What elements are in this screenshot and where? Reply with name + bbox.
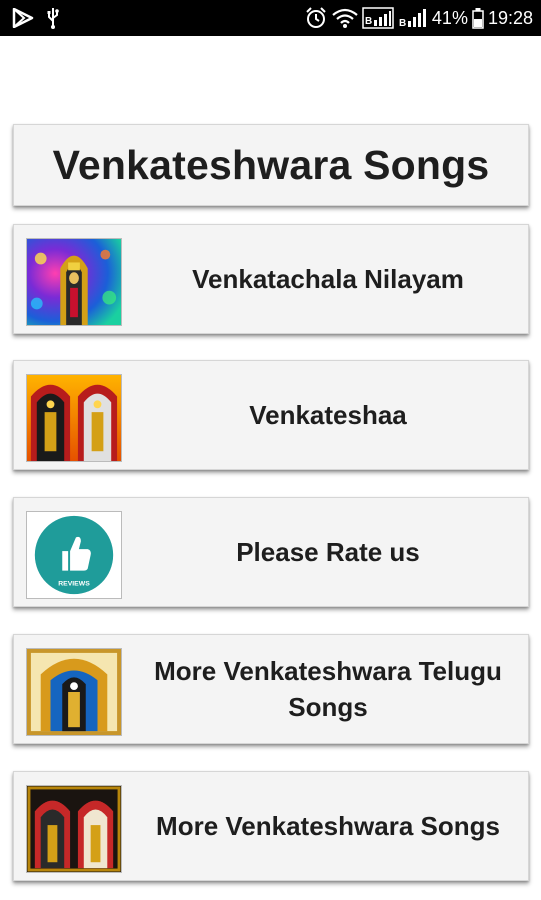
status-bar: B B 41% 19:28 <box>0 0 541 36</box>
menu-item-label: Please Rate us <box>236 537 420 567</box>
deity-thumbnail <box>26 238 122 326</box>
page-title: Venkateshwara Songs <box>52 141 490 188</box>
menu-item-label: Venkatachala Nilayam <box>192 264 464 294</box>
deity-frame-thumbnail <box>26 648 122 736</box>
menu-item-label: More Venkateshwara Songs <box>156 811 500 841</box>
deities-thumbnail <box>26 374 122 462</box>
clock: 19:28 <box>487 7 533 28</box>
usb-icon <box>46 7 60 29</box>
menu-item-please-rate-us[interactable]: REVIEWS Please Rate us <box>13 497 529 607</box>
signal-icon: B <box>362 6 394 30</box>
menu-item-more-songs[interactable]: More Venkateshwara Songs <box>13 771 529 881</box>
wifi-icon <box>332 7 358 29</box>
reviews-badge-text: REVIEWS <box>58 580 90 587</box>
alarm-icon <box>304 6 328 30</box>
menu-item-venkateshaa[interactable]: Venkateshaa <box>13 360 529 470</box>
deities-dark-thumbnail <box>26 785 122 873</box>
signal-icon: B <box>398 6 428 30</box>
svg-text:B: B <box>365 16 372 27</box>
menu-item-more-telugu-songs[interactable]: More Venkateshwara Telugu Songs <box>13 634 529 744</box>
play-store-icon <box>12 8 34 28</box>
app-title-card: Venkateshwara Songs <box>13 124 529 206</box>
menu-item-label: More Venkateshwara Telugu Songs <box>154 656 502 722</box>
menu-item-venkatachala-nilayam[interactable]: Venkatachala Nilayam <box>13 224 529 334</box>
battery-percent: 41% <box>431 7 468 28</box>
svg-text:B: B <box>399 18 406 29</box>
menu-item-label: Venkateshaa <box>249 400 407 430</box>
battery-icon <box>472 7 484 29</box>
reviews-thumbnail: REVIEWS <box>26 511 122 599</box>
